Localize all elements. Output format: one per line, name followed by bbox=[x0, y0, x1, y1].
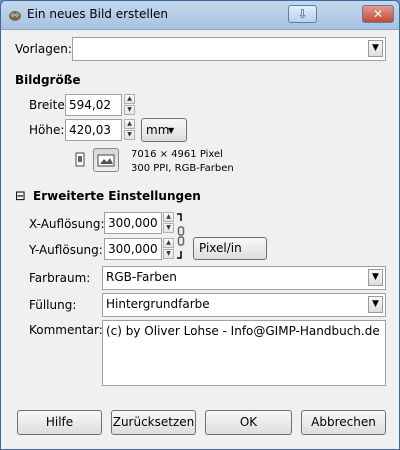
width-input[interactable]: 594,02 bbox=[65, 94, 122, 116]
colorspace-combo[interactable]: RGB-Farben ▼ bbox=[102, 266, 386, 290]
y-res-input[interactable]: 300,000 bbox=[104, 238, 162, 260]
image-size-heading: Bildgröße bbox=[15, 73, 81, 87]
close-icon: ✕ bbox=[372, 7, 384, 21]
spin-down-icon[interactable]: ▼ bbox=[163, 249, 174, 259]
reset-button[interactable]: Zurücksetzen bbox=[111, 410, 196, 435]
x-res-value: 300,000 bbox=[108, 216, 158, 230]
res-unit-value: Pixel/in bbox=[199, 241, 242, 255]
landscape-orientation-icon[interactable] bbox=[93, 148, 119, 172]
template-label: Vorlagen: bbox=[15, 42, 72, 56]
width-spinner[interactable]: ▲ ▼ bbox=[124, 94, 135, 115]
res-unit-combo[interactable]: Pixel/in bbox=[193, 237, 267, 260]
advanced-heading[interactable]: Erweiterte Einstellungen bbox=[33, 189, 201, 203]
colorspace-value: RGB-Farben bbox=[106, 270, 177, 284]
x-res-spinner[interactable]: ▲ ▼ bbox=[163, 212, 174, 233]
x-res-input[interactable]: 300,000 bbox=[104, 212, 162, 234]
spin-down-icon[interactable]: ▼ bbox=[163, 223, 174, 233]
cancel-button[interactable]: Abbrechen bbox=[301, 410, 386, 435]
colorspace-label: Farbraum: bbox=[29, 271, 91, 285]
x-res-label: X-Auflösung: bbox=[29, 217, 105, 231]
height-value: 420,03 bbox=[69, 123, 111, 137]
spin-down-icon[interactable]: ▼ bbox=[124, 105, 135, 115]
size-unit-value: mm bbox=[146, 123, 170, 137]
fill-label: Füllung: bbox=[29, 298, 77, 312]
minimize-button[interactable]: ⇩ bbox=[288, 5, 317, 23]
height-label: Höhe: bbox=[29, 123, 65, 137]
chain-link-icon[interactable] bbox=[176, 213, 186, 259]
size-info-ppi: 300 PPI, RGB-Farben bbox=[131, 163, 234, 174]
portrait-orientation-icon[interactable] bbox=[71, 151, 89, 169]
spin-up-icon[interactable]: ▲ bbox=[163, 212, 174, 222]
height-spinner[interactable]: ▲ ▼ bbox=[124, 119, 135, 140]
comment-textarea[interactable]: (c) by Oliver Lohse - Info@GIMP-Handbuch… bbox=[102, 320, 386, 386]
title-bar[interactable]: Ein neues Bild erstellen ⇩ ✕ bbox=[1, 1, 399, 30]
comment-value: (c) by Oliver Lohse - Info@GIMP-Handbuch… bbox=[106, 324, 380, 338]
size-info-pixels: 7016 × 4961 Pixel bbox=[131, 149, 223, 160]
chevron-down-icon[interactable]: ▼ bbox=[368, 40, 383, 57]
height-input[interactable]: 420,03 bbox=[65, 119, 122, 141]
y-res-value: 300,000 bbox=[108, 242, 158, 256]
spin-up-icon[interactable]: ▲ bbox=[124, 119, 135, 129]
gimp-icon bbox=[9, 11, 21, 21]
chevron-down-icon: ▼ bbox=[168, 126, 175, 135]
y-res-spinner[interactable]: ▲ ▼ bbox=[163, 238, 174, 259]
y-res-label: Y-Auflösung: bbox=[29, 243, 103, 257]
chevron-down-icon[interactable]: ▼ bbox=[368, 269, 383, 286]
fill-combo[interactable]: Hintergrundfarbe ▼ bbox=[102, 293, 386, 317]
fill-value: Hintergrundfarbe bbox=[106, 297, 210, 311]
window-title: Ein neues Bild erstellen bbox=[27, 7, 169, 21]
help-button[interactable]: Hilfe bbox=[17, 410, 102, 435]
size-unit-combo[interactable]: mm ▼ bbox=[141, 118, 187, 142]
width-label: Breite: bbox=[29, 98, 69, 112]
advanced-expander-icon[interactable]: ⊟ bbox=[15, 189, 26, 204]
chevron-down-icon[interactable]: ▼ bbox=[368, 296, 383, 313]
width-value: 594,02 bbox=[69, 98, 111, 112]
ok-button[interactable]: OK bbox=[205, 410, 292, 435]
minimize-icon: ⇩ bbox=[297, 7, 308, 21]
new-image-dialog: Ein neues Bild erstellen ⇩ ✕ Vorlagen: ▼… bbox=[0, 0, 400, 450]
spin-up-icon[interactable]: ▲ bbox=[163, 238, 174, 248]
spin-down-icon[interactable]: ▼ bbox=[124, 130, 135, 140]
spin-up-icon[interactable]: ▲ bbox=[124, 94, 135, 104]
comment-label: Kommentar: bbox=[29, 323, 103, 337]
template-combo[interactable]: ▼ bbox=[72, 37, 386, 61]
close-button[interactable]: ✕ bbox=[362, 5, 394, 23]
